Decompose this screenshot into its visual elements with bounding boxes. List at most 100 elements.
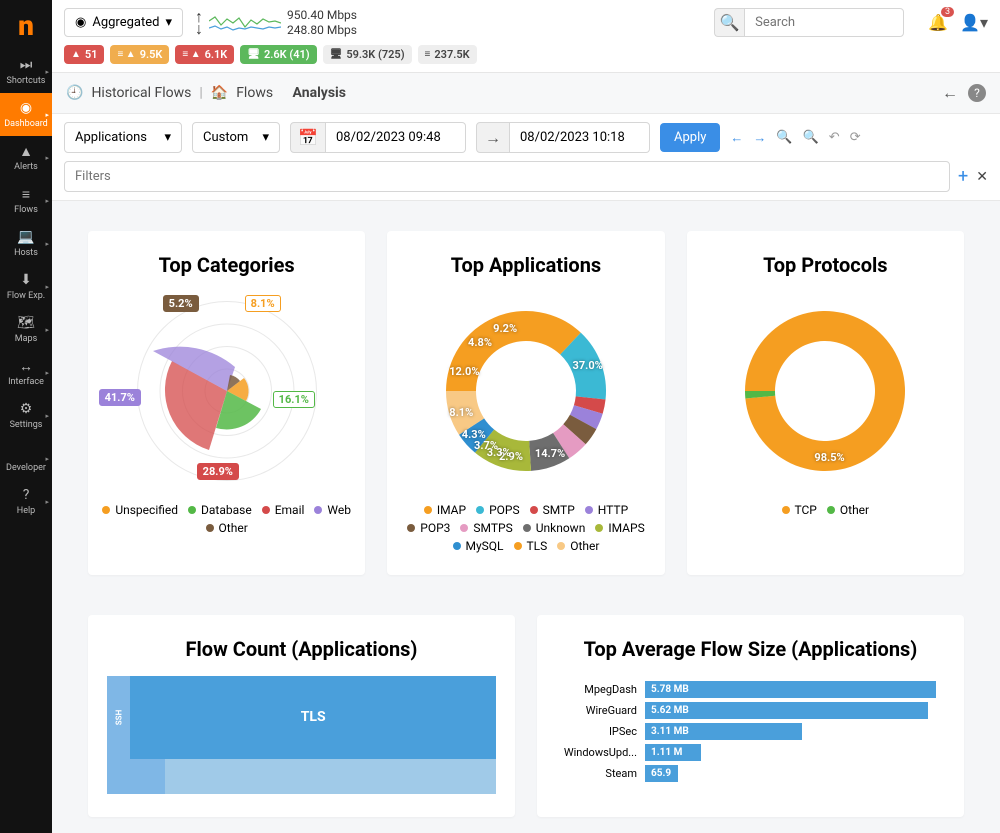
legend-item[interactable]: SMTP bbox=[530, 503, 575, 517]
avg-flow-size-bars[interactable]: MpegDash5.78 MBWireGuard5.62 MBIPSec3.11… bbox=[555, 675, 946, 782]
pill-icon: ≡ bbox=[425, 49, 431, 60]
search-input[interactable] bbox=[744, 8, 904, 37]
user-menu[interactable]: 👤▾ bbox=[960, 13, 988, 32]
chevron-down-icon: ▾ bbox=[164, 130, 171, 145]
from-date-input[interactable] bbox=[326, 122, 466, 153]
bar-fill[interactable]: 5.78 MB bbox=[645, 681, 936, 698]
breadcrumb-root[interactable]: Historical Flows bbox=[91, 85, 191, 101]
legend-label: Web bbox=[327, 503, 351, 517]
bar-row: WireGuard5.62 MB bbox=[555, 702, 936, 719]
legend-dot bbox=[585, 506, 593, 514]
updown-arrows-icon: ↑↓ bbox=[195, 11, 203, 33]
flow-count-card: Flow Count (Applications) SSH TLS bbox=[88, 615, 515, 817]
aggregated-dropdown[interactable]: ◉ Aggregated ▾ bbox=[64, 8, 183, 37]
legend-item[interactable]: Unknown bbox=[523, 521, 586, 535]
nav-item-hosts[interactable]: 💻Hosts▸ bbox=[0, 222, 52, 265]
legend-item[interactable]: POP3 bbox=[407, 521, 450, 535]
legend-item[interactable]: Database bbox=[188, 503, 252, 517]
legend-item[interactable]: Email bbox=[262, 503, 305, 517]
nav-item-developer[interactable]: Developer▸ bbox=[0, 437, 52, 480]
bar-fill[interactable]: 5.62 MB bbox=[645, 702, 928, 719]
notifications-button[interactable]: 🔔 3 bbox=[928, 13, 948, 32]
status-pill[interactable]: 🖥2.6K (41) bbox=[240, 45, 316, 64]
bar-fill[interactable]: 1.11 M bbox=[645, 744, 701, 761]
apply-button[interactable]: Apply bbox=[660, 123, 720, 152]
nav-item-interface[interactable]: ↔Interface▸ bbox=[0, 351, 52, 394]
legend-label: Unknown bbox=[536, 521, 586, 535]
bar-label: Steam bbox=[555, 767, 637, 780]
legend-item[interactable]: Other bbox=[206, 521, 248, 535]
flow-count-treemap[interactable]: SSH TLS bbox=[106, 675, 497, 795]
legend-label: TLS bbox=[527, 539, 548, 553]
legend-item[interactable]: TLS bbox=[514, 539, 548, 553]
shortcuts-icon: ⏭ bbox=[20, 57, 33, 73]
nav-item-flowexp[interactable]: ⬇Flow Exp.▸ bbox=[0, 265, 52, 308]
step-back-icon[interactable]: ← bbox=[730, 130, 743, 146]
back-arrow-icon[interactable]: ← bbox=[942, 83, 958, 103]
legend-dot bbox=[460, 524, 468, 532]
nav-item-settings[interactable]: ⚙Settings▸ bbox=[0, 394, 52, 437]
to-date-input[interactable] bbox=[510, 122, 650, 153]
legend-item[interactable]: Other bbox=[557, 539, 599, 553]
legend-item[interactable]: IMAP bbox=[424, 503, 466, 517]
undo-icon[interactable]: ↶ bbox=[829, 130, 840, 145]
bar-fill[interactable]: 3.11 MB bbox=[645, 723, 802, 740]
legend-label: HTTP bbox=[598, 503, 628, 517]
filters-input[interactable] bbox=[64, 161, 950, 192]
help-icon[interactable]: ? bbox=[968, 84, 986, 102]
clear-filters-button[interactable]: ✕ bbox=[976, 169, 988, 185]
step-fwd-icon[interactable]: → bbox=[753, 130, 766, 146]
zoom-in-icon[interactable]: 🔍 bbox=[776, 130, 792, 145]
add-filter-button[interactable]: + bbox=[958, 166, 968, 187]
range-select[interactable]: Custom▾ bbox=[192, 122, 280, 153]
nav-item-flows[interactable]: ≡Flows▸ bbox=[0, 179, 52, 222]
legend-label: IMAP bbox=[437, 503, 466, 517]
donut-label: 14.7% bbox=[535, 447, 565, 460]
legend-item[interactable]: Unspecified bbox=[102, 503, 178, 517]
history-icon: 🕘 bbox=[66, 85, 83, 101]
bar-fill[interactable]: 65.9 bbox=[645, 765, 678, 782]
treemap-cell bbox=[107, 759, 165, 794]
top-applications-chart[interactable]: 37.0%14.7%2.9%3.3%3.7%4.3%8.1%12.0%4.8%9… bbox=[401, 291, 650, 491]
nav-item-shortcuts[interactable]: ⏭Shortcuts▸ bbox=[0, 50, 52, 93]
breadcrumb-leaf: Analysis bbox=[293, 85, 346, 101]
chevron-right-icon: ▸ bbox=[45, 455, 49, 463]
legend-item[interactable]: HTTP bbox=[585, 503, 628, 517]
status-pill[interactable]: ≡237.5K bbox=[418, 45, 477, 64]
nav-label: Help bbox=[17, 506, 35, 516]
eye-icon: ◉ bbox=[75, 15, 86, 30]
legend-item[interactable]: TCP bbox=[782, 503, 817, 517]
legend-item[interactable]: IMAPS bbox=[595, 521, 644, 535]
nav-label: Flows bbox=[14, 205, 38, 215]
status-pill[interactable]: 🖥59.3K (725) bbox=[323, 45, 412, 64]
status-pill[interactable]: ▲51 bbox=[64, 45, 104, 64]
breadcrumb-flows[interactable]: Flows bbox=[236, 85, 273, 101]
bar-label: WindowsUpd... bbox=[555, 746, 637, 759]
interface-icon: ↔ bbox=[19, 358, 33, 374]
top-categories-chart[interactable]: 8.1% 16.1% 28.9% 41.7% 5.2% bbox=[102, 291, 351, 491]
legend-item[interactable]: MySQL bbox=[453, 539, 504, 553]
search-button[interactable]: 🔍 bbox=[714, 8, 744, 37]
logo[interactable]: n bbox=[0, 0, 52, 50]
status-pill[interactable]: ≡ ▲6.1K bbox=[175, 45, 234, 64]
legend-item[interactable]: Web bbox=[314, 503, 351, 517]
breadcrumb-bar: 🕘 Historical Flows | 🏠 Flows Analysis ← … bbox=[52, 73, 1000, 114]
zoom-out-icon[interactable]: 🔍 bbox=[803, 130, 819, 145]
refresh-icon[interactable]: ⟳ bbox=[850, 130, 861, 145]
hosts-icon: 💻 bbox=[17, 229, 34, 245]
dimension-select[interactable]: Applications▾ bbox=[64, 122, 182, 153]
card-title: Top Protocols bbox=[701, 253, 950, 277]
topbar: ◉ Aggregated ▾ ↑↓ 950.40 Mbps 248.80 Mbp… bbox=[52, 0, 1000, 73]
nav-item-maps[interactable]: 🗺Maps▸ bbox=[0, 308, 52, 351]
nav-item-dashboard[interactable]: ◉Dashboard▸ bbox=[0, 93, 52, 136]
from-calendar-button[interactable]: 📅 bbox=[290, 122, 326, 153]
nav-item-alerts[interactable]: ▲Alerts▸ bbox=[0, 136, 52, 179]
legend-item[interactable]: POPS bbox=[476, 503, 520, 517]
legend-item[interactable]: Other bbox=[827, 503, 869, 517]
legend-item[interactable]: SMTPS bbox=[460, 521, 512, 535]
legend-label: Other bbox=[570, 539, 599, 553]
status-pill[interactable]: ≡ ▲9.5K bbox=[110, 45, 169, 64]
nav-item-help[interactable]: ?Help▸ bbox=[0, 480, 52, 523]
chevron-right-icon: ▸ bbox=[45, 369, 49, 377]
top-protocols-chart[interactable]: 98.5% bbox=[701, 291, 950, 491]
